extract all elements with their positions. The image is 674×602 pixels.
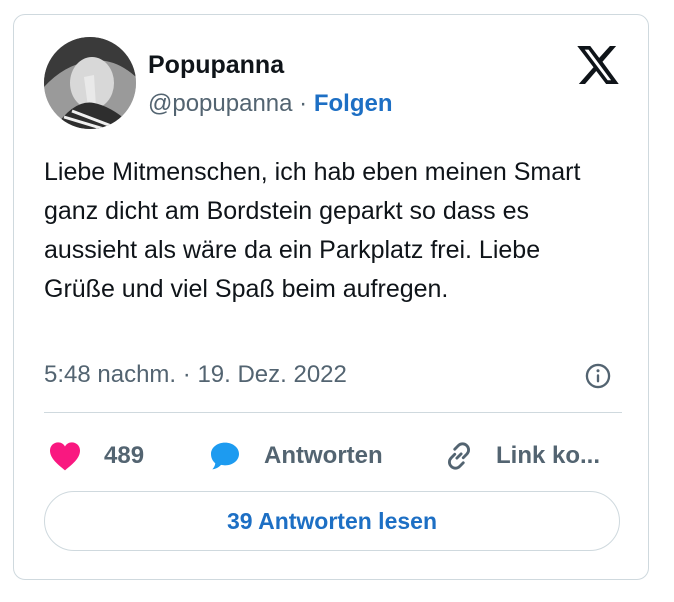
meta-separator: · bbox=[182, 361, 191, 388]
avatar[interactable] bbox=[44, 37, 136, 129]
reply-label: Antworten bbox=[264, 442, 383, 469]
tweet-text: Liebe Mitmenschen, ich hab eben meinen S… bbox=[44, 158, 581, 303]
read-replies-label: 39 Antworten lesen bbox=[226, 507, 438, 534]
author-subline: @popupanna · Folgen bbox=[148, 89, 393, 119]
tweet-date: 19. Dez. 2022 bbox=[197, 361, 347, 388]
avatar-image bbox=[44, 37, 136, 129]
separator-dot: · bbox=[299, 90, 308, 117]
author-handle[interactable]: @popupanna bbox=[148, 90, 293, 117]
link-icon bbox=[447, 442, 471, 470]
embedded-tweet-card: Popupanna @popupanna · Folgen Liebe Mitm… bbox=[13, 14, 649, 580]
follow-link[interactable]: Folgen bbox=[314, 90, 393, 117]
divider bbox=[44, 412, 622, 413]
speech-bubble-icon bbox=[211, 442, 239, 470]
x-logo-icon[interactable] bbox=[577, 46, 619, 84]
copy-link-button[interactable]: Link ko... bbox=[442, 438, 600, 474]
info-icon[interactable] bbox=[584, 362, 612, 390]
tweet-time: 5:48 nachm. bbox=[44, 361, 177, 388]
like-count: 489 bbox=[104, 442, 145, 469]
reply-button[interactable]: Antworten bbox=[208, 438, 383, 474]
author-display-name[interactable]: Popupanna bbox=[148, 50, 284, 80]
copy-link-label: Link ko... bbox=[496, 442, 601, 469]
tweet-timestamp[interactable]: 5:48 nachm. · 19. Dez. 2022 bbox=[44, 360, 347, 390]
heart-icon bbox=[50, 442, 80, 471]
like-button[interactable]: 489 bbox=[48, 438, 144, 474]
read-replies-button[interactable]: 39 Antworten lesen bbox=[44, 491, 620, 551]
